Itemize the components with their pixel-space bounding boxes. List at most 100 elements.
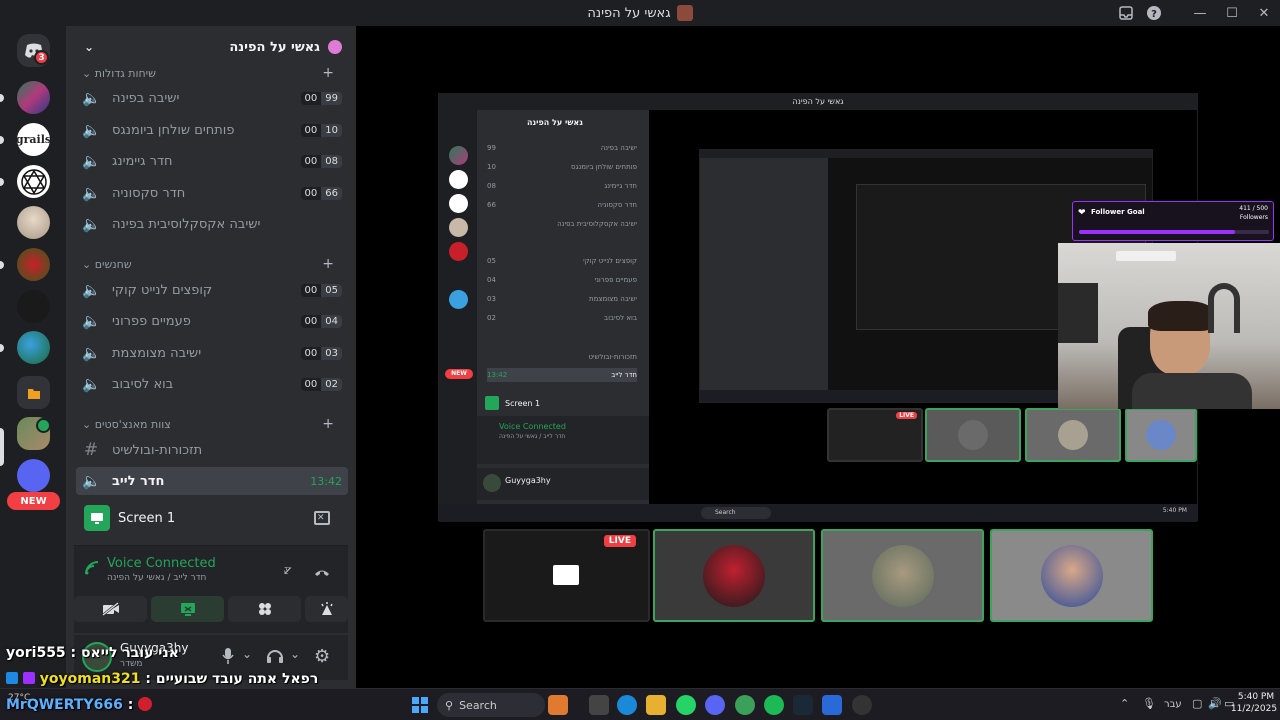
tray-volume-icon[interactable]: 🔊 [1208,697,1222,710]
nested-channel-row: תזכורות-ובולשיט [588,353,637,361]
windows-taskbar: 27°C ⚲ Search ⌃ 🎙 עבר ▢ 🔊 ▭ 5:40 PM 11/2… [0,688,1280,720]
voice-channel-item[interactable]: 🔈 בוא לסיבוב 00 02 [76,370,348,398]
add-channel-icon[interactable]: + [322,256,334,272]
participant-tile[interactable] [653,529,815,622]
nested-server-icon [449,170,468,189]
webcam-shirt [1132,373,1252,409]
participant-avatar [1040,544,1103,607]
participant-tile[interactable] [821,529,984,622]
participant-tile[interactable] [990,529,1153,622]
server-unread-indicator [0,94,4,102]
nested-new-badge: NEW [445,369,473,379]
server-folder-icon[interactable] [17,376,50,409]
taskbar-time[interactable]: 5:40 PM [1234,692,1278,702]
tray-network-icon[interactable]: ▢ [1192,697,1202,710]
voice-channel-item[interactable]: 🔈 ישיבה אקסקלוסיבית בפינה [76,210,348,238]
voice-channel-item[interactable]: 🔈 פעמיים פפרוני 00 04 [76,307,348,335]
soundboard-button[interactable] [305,596,348,622]
screen-share-active-button[interactable] [151,596,224,622]
gear-icon[interactable]: ⚙ [314,646,330,667]
notepad-icon[interactable] [822,695,842,715]
new-unreads-badge[interactable]: NEW [7,492,60,510]
server-header[interactable]: גאשי על הפינה ⌄ [66,26,356,68]
headphones-icon[interactable] [266,647,284,669]
edge-browser-icon[interactable] [617,695,637,715]
server-icon-dark[interactable] [17,290,50,323]
mic-options-chevron-icon[interactable]: ⌄ [242,647,252,661]
stream-tile-screen[interactable]: LIVE [483,529,650,622]
windows-start-icon[interactable] [410,695,430,715]
channel-name: ישיבה בפינה [112,90,180,106]
microphone-icon[interactable] [222,647,234,669]
screen-share-icon [84,505,110,531]
server-icon-gaming[interactable] [17,81,50,114]
chat-message: yori555 : אני עובר לייאס [6,645,179,661]
hash-icon: # [83,440,99,460]
noise-suppression-icon[interactable]: ⦫ [284,562,292,578]
close-button[interactable]: ✕ [1248,0,1280,26]
add-channel-icon[interactable]: + [322,65,334,81]
obs-icon[interactable] [852,695,872,715]
server-thumbnail-icon [676,5,693,21]
nested-server-icon [449,194,468,213]
voice-location[interactable]: חדר לייב / גאשי על הפינה [107,573,206,583]
camera-off-button[interactable] [74,596,147,622]
follower-goal-unit: Followers [1239,214,1268,221]
server-icon-rose[interactable] [17,248,50,281]
add-channel-icon[interactable]: + [322,416,334,432]
activities-button[interactable] [228,596,301,622]
file-explorer-icon[interactable] [646,695,666,715]
voice-channel-item[interactable]: 🔈 קופצים לנייט קוקי 00 05 [76,276,348,304]
minimize-button[interactable]: — [1184,0,1216,26]
inbox-icon[interactable] [1112,0,1140,26]
category-header-staff[interactable]: צוות מאנצ'סטים ⌄ + [82,415,342,433]
input-language[interactable]: עבר [1164,699,1182,710]
taskbar-search[interactable]: ⚲ Search [437,693,545,717]
voice-channel-item[interactable]: 🔈 ישיבה מצומצמת 00 03 [76,339,348,367]
server-unread-indicator [0,136,4,144]
audio-options-chevron-icon[interactable]: ⌄ [290,647,300,661]
voice-channel-item[interactable]: 🔈 חדר סקסוניה 00 66 [76,179,348,207]
steam-icon[interactable] [793,695,813,715]
nested-channel-row: ישיבה בפינה 99 [487,144,637,152]
voice-channel-item[interactable]: 🔈 חדר גיימינג 00 08 [76,147,348,175]
text-channel-item[interactable]: # תזכורות-ובולשיט [76,436,348,464]
voice-channel-item[interactable]: 🔈 ישיבה בפינה 00 99 [76,84,348,112]
voice-channel-item[interactable]: 🔈 פותחים שולחן ביומנגס 00 10 [76,116,348,144]
search-highlight-icon[interactable] [548,695,568,715]
nested-channel-row: פותחים שולחן ביומנגס 10 [487,163,637,171]
speaker-icon: 🔈 [82,152,101,170]
category-header-big-talks[interactable]: שיחות גדולות ⌄ + [82,64,342,82]
tray-chevron-icon[interactable]: ⌃ [1120,697,1129,710]
spotify-icon[interactable] [764,695,784,715]
window-title: גאשי על הפינה [587,5,693,21]
server-icon-partial[interactable] [17,459,50,492]
nested-channel-row: פעמיים פפרוני 04 [487,276,637,284]
voice-channel-item-active[interactable]: 🔈 חדר לייב 13:42 [76,467,348,495]
follower-goal-title: Follower Goal [1091,208,1145,216]
live-badge: LIVE [603,535,636,547]
tray-mic-icon[interactable]: 🎙 [1142,697,1156,710]
nested-user-panel: Guyyga3hy [477,468,649,500]
server-unread-indicator [0,261,4,269]
maximize-button[interactable]: ☐ [1216,0,1248,26]
title-bar: גאשי על הפינה ? — ☐ ✕ [0,0,1280,26]
whatsapp-icon[interactable] [676,695,696,715]
chat-text: : רפאל אתה עובד שבועיים [145,671,319,687]
discord-taskbar-icon[interactable] [705,695,725,715]
chrome-icon[interactable] [735,695,755,715]
participant-avatar [871,544,934,607]
category-header-players[interactable]: שחנשים ⌄ + [82,255,342,273]
server-icon-grails[interactable]: grails [17,123,50,156]
nested-channel-row: ישיבה מצומצמת 03 [487,295,637,303]
stop-stream-icon[interactable]: ✕ [314,511,330,525]
task-view-icon[interactable] [589,695,609,715]
server-icon-hexagram[interactable] [17,165,50,198]
channel-name: חדר לייב [112,473,165,489]
server-icon-face[interactable] [17,206,50,239]
voice-status[interactable]: Voice Connected [107,556,216,571]
server-icon-globe[interactable] [17,331,50,364]
taskbar-date[interactable]: 11/2/2025 [1228,704,1280,714]
help-icon[interactable]: ? [1140,0,1168,26]
disconnect-icon[interactable] [314,562,330,581]
